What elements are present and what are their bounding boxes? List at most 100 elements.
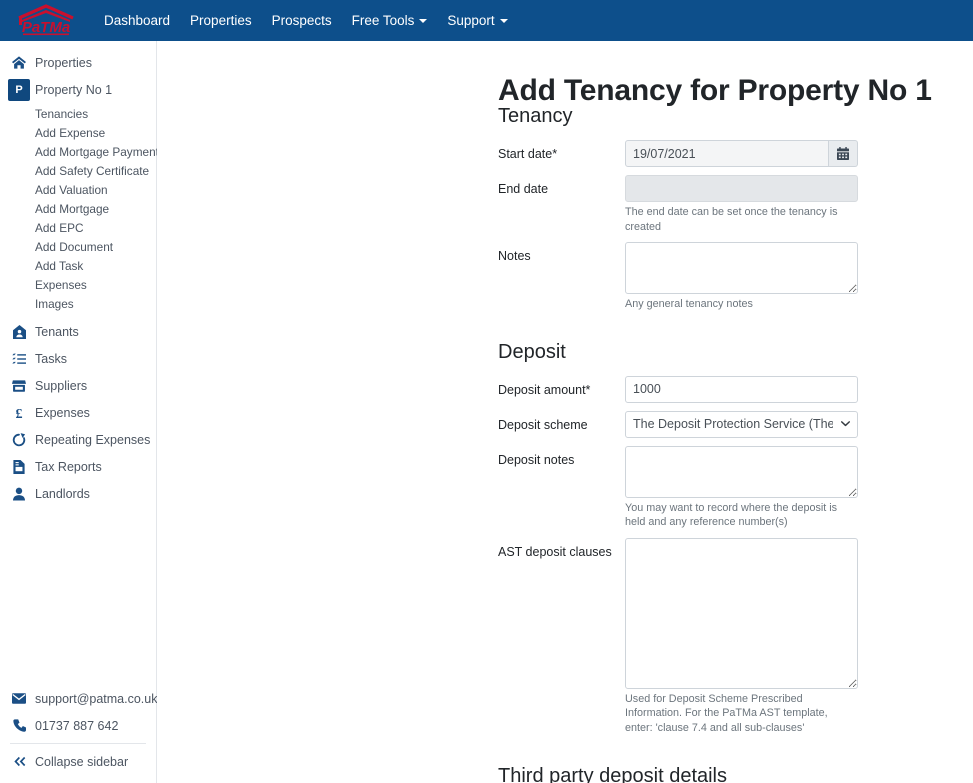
sidebar-item-repeating-expenses-label: Repeating Expenses (35, 432, 151, 447)
field-row-deposit-scheme: Deposit scheme The Deposit Protection Se… (498, 410, 958, 438)
sidebar-subitem-images[interactable]: Images (0, 295, 156, 314)
deposit-amount-input[interactable] (625, 375, 858, 403)
main-content: Add Tenancy for Property No 1 Tenancy St… (157, 41, 973, 783)
file-invoice-icon (8, 459, 30, 474)
caret-down-icon (419, 18, 428, 23)
nav-link-free-tools[interactable]: Free Tools (342, 0, 438, 41)
sidebar-support-phone-label: 01737 887 642 (35, 718, 119, 733)
end-date-label: End date (498, 182, 549, 196)
sidebar-collapse-button[interactable]: Collapse sidebar (0, 748, 156, 775)
deposit-scheme-label: Deposit scheme (498, 417, 588, 432)
sidebar-item-landlords-label: Landlords (35, 486, 90, 501)
field-row-deposit-notes: Deposit notes You may want to record whe… (498, 445, 958, 530)
double-chevron-left-icon (8, 756, 30, 767)
section-title-tenancy: Tenancy (498, 105, 573, 127)
field-row-tenancy-notes: Notes Any general tenancy notes (498, 242, 958, 312)
sidebar-subitem-tenancies[interactable]: Tenancies (0, 105, 156, 124)
sidebar-subitem-add-epc[interactable]: Add EPC (0, 219, 156, 238)
repeat-arrow-icon (8, 432, 30, 447)
sidebar-item-property-no-1-label: Property No 1 (35, 82, 113, 97)
sidebar-support-phone[interactable]: 01737 887 642 (0, 712, 156, 739)
envelope-icon (8, 693, 30, 704)
start-date-calendar-button[interactable] (829, 140, 858, 167)
tenancy-notes-label: Notes (498, 249, 531, 264)
sidebar-item-expenses[interactable]: £ Expenses (0, 399, 156, 426)
sidebar-item-tax-reports[interactable]: Tax Reports (0, 453, 156, 480)
caret-down-icon (499, 18, 508, 23)
sidebar-support-email-label: support@patma.co.uk (35, 691, 158, 706)
top-navbar: PaTMa Dashboard Properties Prospects Fre… (0, 0, 973, 41)
sidebar-collapse-label: Collapse sidebar (35, 754, 129, 769)
sidebar-subitem-add-expense[interactable]: Add Expense (0, 124, 156, 143)
sidebar-item-landlords[interactable]: Landlords (0, 480, 156, 507)
sidebar-subitem-add-task[interactable]: Add Task (0, 257, 156, 276)
field-row-start-date: Start date* (498, 140, 958, 167)
calendar-icon (837, 147, 849, 160)
ast-deposit-clauses-help-text: Used for Deposit Scheme Prescribed Infor… (625, 692, 828, 734)
nav-link-prospects-label: Prospects (271, 13, 332, 28)
nav-link-properties-label: Properties (190, 13, 252, 28)
deposit-scheme-select[interactable]: The Deposit Protection Service (The DPS) (625, 410, 858, 438)
sidebar-subnav: Tenancies Add Expense Add Mortgage Payme… (0, 103, 159, 314)
nav-link-properties[interactable]: Properties (180, 0, 262, 41)
ast-deposit-clauses-label: AST deposit clauses (498, 544, 612, 559)
sidebar-item-expenses-label: Expenses (35, 405, 90, 420)
pound-sign-icon: £ (8, 406, 30, 420)
svg-text:£: £ (15, 407, 22, 420)
sidebar-subitem-expenses[interactable]: Expenses (0, 276, 156, 295)
start-date-label: Start date* (498, 147, 558, 161)
sidebar-subitem-add-safety-certificate[interactable]: Add Safety Certificate (0, 162, 156, 181)
tasks-list-icon (8, 353, 30, 365)
patma-logo-icon: PaTMa (18, 3, 74, 36)
sidebar-subitem-add-document[interactable]: Add Document (0, 238, 156, 257)
deposit-notes-textarea[interactable] (625, 445, 858, 498)
ast-deposit-clauses-textarea[interactable] (625, 537, 858, 689)
patma-logo[interactable]: PaTMa (12, 0, 80, 41)
field-row-deposit-amount: Deposit amount* (498, 375, 958, 403)
sidebar-item-tenants[interactable]: Tenants (0, 318, 156, 345)
phone-icon (8, 719, 30, 732)
sidebar-divider (10, 743, 146, 744)
section-title-third-party-deposit: Third party deposit details (498, 764, 728, 783)
house-user-icon (8, 324, 30, 339)
sidebar-item-properties[interactable]: Properties (0, 49, 156, 76)
nav-link-dashboard-label: Dashboard (104, 13, 171, 28)
sidebar-item-property-no-1[interactable]: P Property No 1 (0, 76, 156, 103)
deposit-amount-label: Deposit amount* (498, 382, 591, 397)
svg-text:PaTMa: PaTMa (22, 19, 70, 36)
sidebar-item-repeating-expenses[interactable]: Repeating Expenses (0, 426, 156, 453)
sidebar-item-properties-label: Properties (35, 55, 92, 70)
user-icon (8, 487, 30, 501)
nav-link-prospects[interactable]: Prospects (262, 0, 342, 41)
sidebar-item-tasks[interactable]: Tasks (0, 345, 156, 372)
store-icon (8, 379, 30, 392)
sidebar-item-suppliers[interactable]: Suppliers (0, 372, 156, 399)
sidebar-subitem-add-mortgage-payment[interactable]: Add Mortgage Payment (0, 143, 159, 162)
nav-link-free-tools-label: Free Tools (351, 13, 415, 28)
tenancy-notes-help-text: Any general tenancy notes (625, 298, 753, 311)
deposit-notes-label: Deposit notes (498, 452, 575, 467)
property-badge-letter: P (8, 78, 30, 101)
tenancy-notes-textarea[interactable] (625, 242, 858, 295)
nav-link-support[interactable]: Support (437, 0, 517, 41)
sidebar-support-email[interactable]: support@patma.co.uk (0, 685, 158, 712)
navbar-links: Dashboard Properties Prospects Free Tool… (94, 0, 518, 41)
deposit-notes-help-text: You may want to record where the deposit… (625, 501, 838, 529)
sidebar-subitem-add-valuation[interactable]: Add Valuation (0, 181, 156, 200)
property-badge-icon: P (8, 78, 30, 101)
start-date-input[interactable] (625, 140, 829, 167)
nav-link-support-label: Support (447, 13, 495, 28)
nav-link-dashboard[interactable]: Dashboard (94, 0, 180, 41)
section-title-deposit: Deposit (498, 340, 566, 363)
end-date-input (625, 175, 858, 202)
field-row-ast-deposit-clauses: AST deposit clauses Used for Deposit Sch… (498, 537, 958, 736)
start-date-input-group (625, 140, 858, 167)
sidebar-item-tenants-label: Tenants (35, 324, 79, 339)
sidebar-item-suppliers-label: Suppliers (35, 378, 88, 393)
home-icon (8, 56, 30, 69)
add-tenancy-form: Tenancy Start date* 19/07/2021 End date … (498, 104, 958, 783)
sidebar-item-tasks-label: Tasks (35, 351, 67, 366)
sidebar-item-tax-reports-label: Tax Reports (35, 459, 102, 474)
sidebar-subitem-add-mortgage[interactable]: Add Mortgage (0, 200, 156, 219)
field-row-end-date: End date The end date can be set once th… (498, 175, 958, 234)
